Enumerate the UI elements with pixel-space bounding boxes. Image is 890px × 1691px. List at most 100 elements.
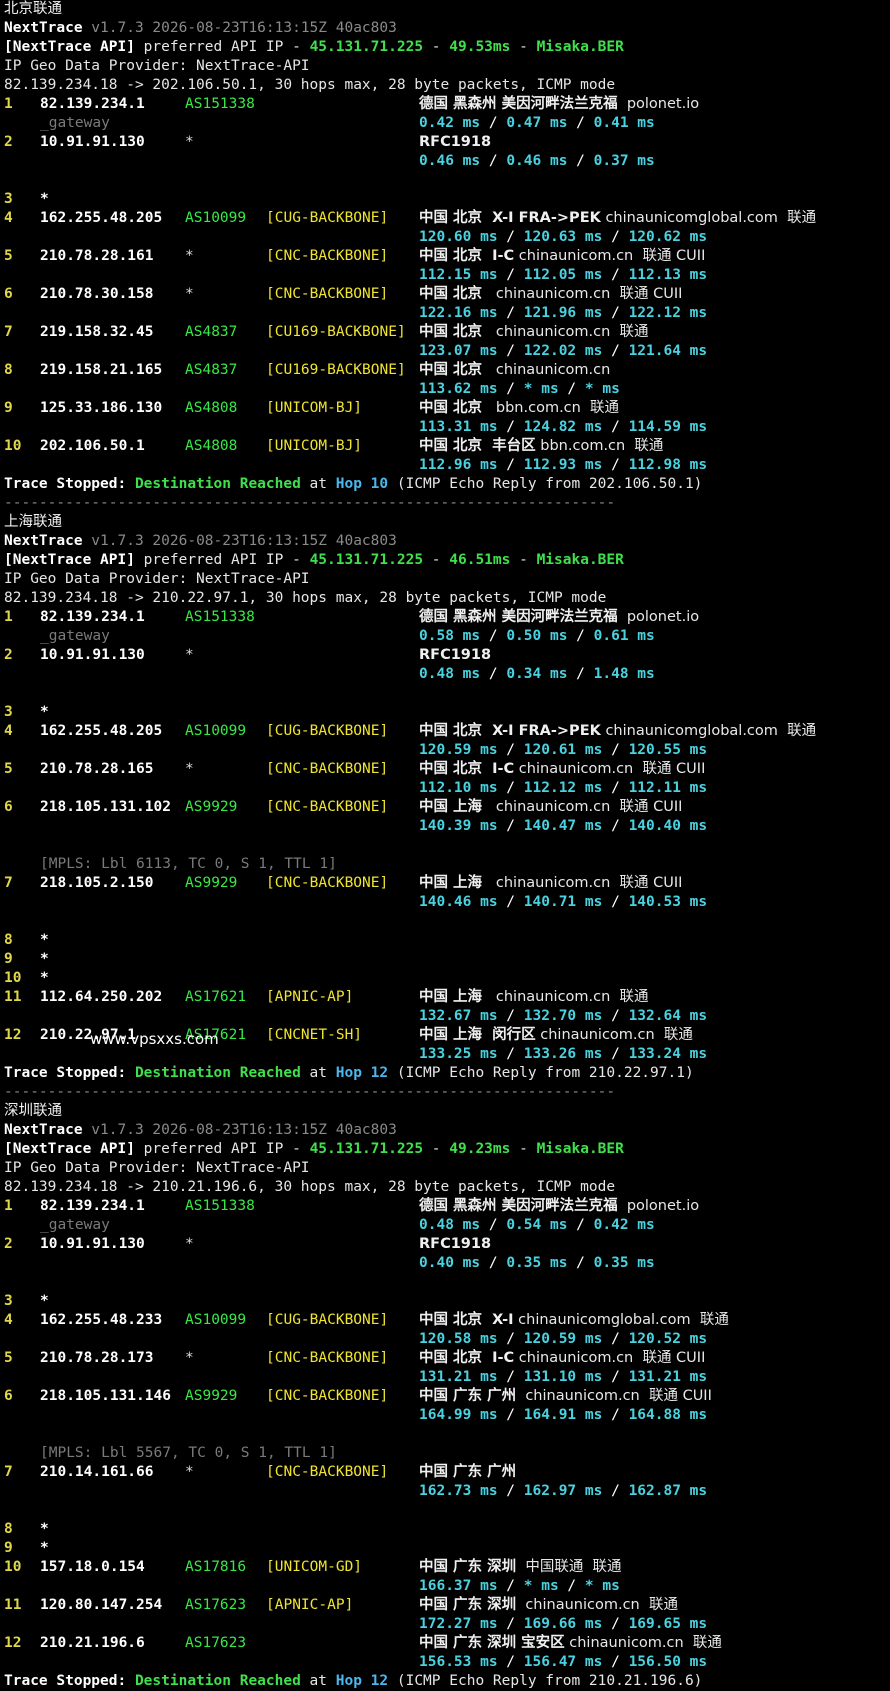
stop-label: Trace Stopped: [4, 1065, 127, 1081]
hop-asn: * [185, 134, 194, 150]
rtt-value: 0.37 ms [593, 153, 655, 169]
stop-hop: Hop 12 [335, 1673, 389, 1689]
hop-ip: * [40, 951, 49, 967]
hop-geo-location: 中国 北京 X-I FRA->PEK [419, 723, 601, 739]
api-sep: - [510, 552, 537, 568]
rtt-separator: / [602, 1407, 629, 1423]
rtt-separator: / [567, 153, 594, 169]
hop-geo-detail: chinaunicom.cn 联通 [516, 1597, 678, 1613]
rtt-separator: / [497, 457, 524, 473]
hop-geo-detail: chinaunicom.cn 联通 CUII [482, 875, 683, 891]
rtt-separator: / [558, 1578, 585, 1594]
hop-rtt-row: _gateway 0.48 ms / 0.54 ms / 0.42 ms [4, 1216, 888, 1235]
rtt-value: 0.35 ms [593, 1255, 655, 1271]
route-line: 82.139.234.18 -> 210.21.196.6, 30 hops m… [4, 1178, 888, 1197]
hop-rtt: 133.25 ms / 133.26 ms / 133.24 ms [419, 1045, 707, 1064]
rtt-value: * ms [584, 381, 620, 397]
api-label: [NextTrace API] [4, 39, 135, 55]
geo-provider-line: IP Geo Data Provider: NextTrace-API [4, 1159, 888, 1178]
hop-rtt: 0.42 ms / 0.47 ms / 0.41 ms [419, 114, 655, 133]
hop-rtt-row: 113.62 ms / * ms / * ms [4, 380, 888, 399]
rtt-value: 0.61 ms [593, 628, 655, 644]
rtt-value: 112.05 ms [523, 267, 603, 283]
rtt-value: 113.62 ms [419, 381, 498, 397]
rtt-value: 123.07 ms [419, 343, 498, 359]
api-ip: 45.131.71.225 [309, 39, 424, 55]
section-title: 北京联通 [4, 0, 888, 19]
hop-rtt: 162.73 ms / 162.97 ms / 162.87 ms [419, 1482, 707, 1501]
hop-geo-location: RFC1918 [419, 1236, 492, 1252]
rtt-value: 0.46 ms [419, 153, 481, 169]
geo-provider: IP Geo Data Provider: NextTrace-API [4, 58, 310, 74]
api-sep: - [510, 39, 537, 55]
hop-asn: AS151338 [185, 96, 255, 112]
api-sep: - [423, 552, 450, 568]
hop-rtt-row: 123.07 ms / 122.02 ms / 121.64 ms [4, 342, 888, 361]
rtt-separator: / [497, 1008, 524, 1024]
hop-geo: RFC1918 [419, 1235, 491, 1254]
hop-rtt-row: 132.67 ms / 132.70 ms / 132.64 ms [4, 1007, 888, 1026]
hop-number: 8 [4, 1521, 13, 1537]
hop-network-tag: [UNICOM-GD] [266, 1559, 363, 1575]
api-latency: 49.23ms [449, 1141, 511, 1157]
hop-ip: 82.139.234.1 [40, 609, 145, 625]
hop-geo-detail: polonet.io [617, 609, 700, 625]
rtt-value: 169.65 ms [628, 1616, 708, 1632]
section-title-text: 深圳联通 [4, 1103, 62, 1119]
stop-destination: Destination Reached [134, 1065, 301, 1081]
api-line: [NextTrace API] preferred API IP - 45.13… [4, 1140, 888, 1159]
hop-ip: 219.158.32.45 [40, 324, 154, 340]
hop-row: 2 10.91.91.130 * RFC1918 [4, 133, 888, 152]
hop-rtt-row: 140.39 ms / 140.47 ms / 140.40 ms [4, 817, 888, 836]
rtt-separator: / [497, 1654, 524, 1670]
hop-row: 2 10.91.91.130 * RFC1918 [4, 1235, 888, 1254]
hop-ip: 157.18.0.154 [40, 1559, 145, 1575]
hop-geo: 中国 上海 chinaunicom.cn 联通 [419, 988, 649, 1007]
hop-number: 5 [4, 1350, 13, 1366]
rtt-separator: / [567, 1217, 594, 1233]
hop-ip: 202.106.50.1 [40, 438, 145, 454]
hop-network-tag: [UNICOM-BJ] [266, 400, 363, 416]
hop-ip: 10.91.91.130 [40, 647, 145, 663]
rtt-value: 124.82 ms [523, 419, 603, 435]
terminal-output: 北京联通 NextTrace v1.7.3 2026-08-23T16:13:15… [4, 0, 888, 1691]
rtt-value: 112.15 ms [419, 267, 498, 283]
hop-geo: 中国 北京 X-I FRA->PEK chinaunicomglobal.com… [419, 722, 816, 741]
rtt-separator: / [497, 1369, 524, 1385]
version-info: v1.7.3 2026-08-23T16:13:15Z 40ac803 [82, 1122, 397, 1138]
api-latency: 49.53ms [449, 39, 511, 55]
hop-geo-location: 中国 广东 广州 [419, 1388, 517, 1404]
api-node: Misaka.BER [536, 39, 624, 55]
rtt-value: * ms [584, 1578, 620, 1594]
api-line: [NextTrace API] preferred API IP - 45.13… [4, 551, 888, 570]
hop-geo: 中国 北京 X-I chinaunicomglobal.com 联通 [419, 1311, 729, 1330]
hop-rtt: 0.48 ms / 0.34 ms / 1.48 ms [419, 665, 655, 684]
hop-asn: AS10099 [185, 723, 247, 739]
hop-number: 10 [4, 438, 22, 454]
hop-asn: AS17621 [185, 989, 247, 1005]
rtt-separator: / [602, 894, 629, 910]
rtt-value: 113.31 ms [419, 419, 498, 435]
hop-geo: RFC1918 [419, 133, 491, 152]
separator: ----------------------------------------… [4, 495, 616, 511]
hop-geo-location: 中国 上海 [419, 989, 483, 1005]
hop-row: 10 * [4, 969, 888, 988]
hop-row: 2 10.91.91.130 * RFC1918 [4, 646, 888, 665]
api-ip: 45.131.71.225 [309, 552, 424, 568]
hop-rtt: 0.58 ms / 0.50 ms / 0.61 ms [419, 627, 655, 646]
hop-rtt: 120.59 ms / 120.61 ms / 120.55 ms [419, 741, 707, 760]
hop-row: 9 125.33.186.130 AS4808 [UNICOM-BJ] 中国 北京 bb… [4, 399, 888, 418]
rtt-value: 140.39 ms [419, 818, 498, 834]
hop-geo-location: 德国 黑森州 美因河畔法兰克福 [419, 609, 618, 625]
hop-ip: 210.21.196.6 [40, 1635, 145, 1651]
hop-asn: AS9929 [185, 1388, 238, 1404]
hop-network-tag: [CUG-BACKBONE] [266, 210, 389, 226]
hop-asn: AS4837 [185, 362, 238, 378]
rtt-value: 0.47 ms [506, 115, 568, 131]
hop-row: 6 210.78.30.158 * [CNC-BACKBONE] 中国 北京 china… [4, 285, 888, 304]
hop-geo-location: 中国 广东 广州 [419, 1464, 517, 1480]
section-title-text: 北京联通 [4, 1, 62, 17]
hop-ip: 125.33.186.130 [40, 400, 163, 416]
version-line: NextTrace v1.7.3 2026-08-23T16:13:15Z 40… [4, 1121, 888, 1140]
hop-row: 8 219.158.21.165 AS4837 [CU169-BACKBONE] 中国 … [4, 361, 888, 380]
